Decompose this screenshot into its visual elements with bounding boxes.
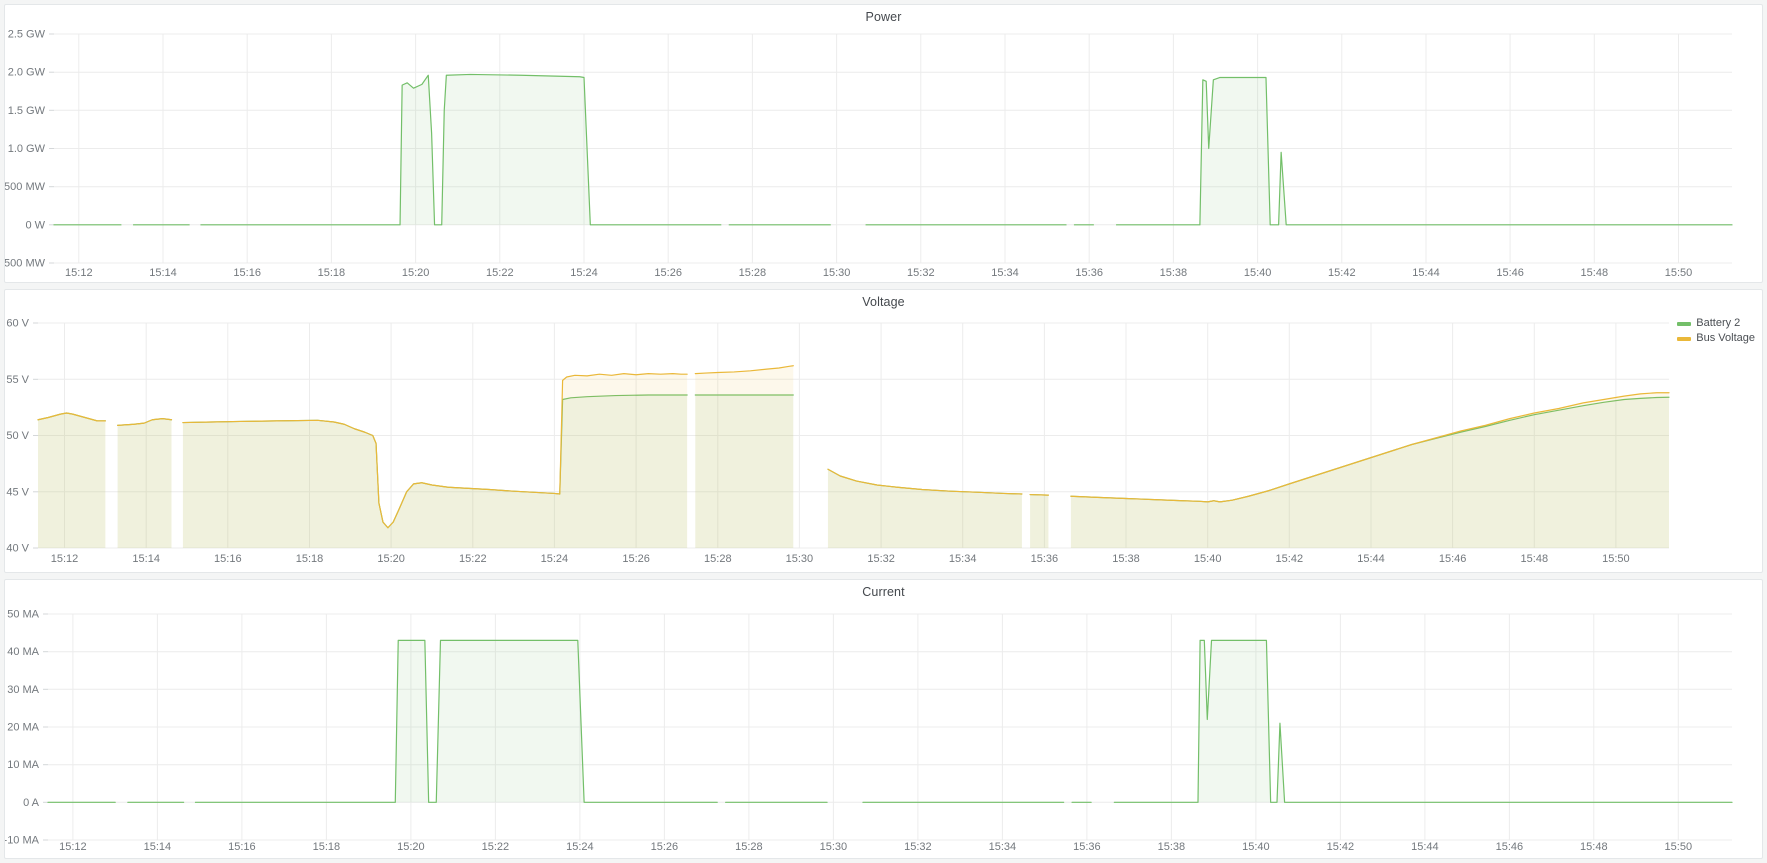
svg-text:15:28: 15:28 [739,267,767,279]
svg-text:15:18: 15:18 [296,553,324,565]
svg-text:15:30: 15:30 [823,267,851,279]
svg-text:20 MA: 20 MA [7,722,39,734]
legend-swatch-battery-2 [1677,322,1691,326]
svg-text:40 V: 40 V [6,543,29,555]
svg-text:500 MW: 500 MW [5,181,46,193]
svg-text:15:48: 15:48 [1521,553,1549,565]
panel-current: Current 50 MA40 MA30 MA20 MA10 MA0 A-10 … [4,579,1763,859]
legend-label-bus-voltage: Bus Voltage [1696,332,1755,345]
svg-text:1.0 GW: 1.0 GW [8,143,46,155]
svg-text:-10 MA: -10 MA [5,835,40,847]
svg-text:15:50: 15:50 [1602,553,1630,565]
svg-text:15:14: 15:14 [132,553,160,565]
svg-text:15:26: 15:26 [651,841,679,853]
svg-text:15:30: 15:30 [820,841,848,853]
svg-text:15:20: 15:20 [397,841,425,853]
svg-text:15:18: 15:18 [318,267,346,279]
svg-text:15:14: 15:14 [149,267,177,279]
svg-text:40 MA: 40 MA [7,646,39,658]
svg-text:15:46: 15:46 [1439,553,1467,565]
legend-item-bus-voltage[interactable]: Bus Voltage [1677,332,1755,345]
svg-text:15:36: 15:36 [1073,841,1101,853]
svg-text:15:42: 15:42 [1327,841,1355,853]
svg-text:55 V: 55 V [6,374,29,386]
svg-text:15:38: 15:38 [1158,841,1186,853]
svg-text:15:46: 15:46 [1496,267,1524,279]
svg-text:15:22: 15:22 [482,841,510,853]
svg-text:15:46: 15:46 [1496,841,1524,853]
legend-swatch-bus-voltage [1677,337,1691,341]
svg-text:15:34: 15:34 [991,267,1019,279]
svg-text:15:32: 15:32 [907,267,935,279]
svg-text:15:14: 15:14 [144,841,172,853]
svg-text:15:32: 15:32 [867,553,895,565]
svg-text:2.0 GW: 2.0 GW [8,67,46,79]
svg-text:15:28: 15:28 [735,841,763,853]
svg-text:15:12: 15:12 [59,841,87,853]
legend-item-battery-2[interactable]: Battery 2 [1677,317,1755,330]
svg-text:15:28: 15:28 [704,553,732,565]
svg-text:15:24: 15:24 [541,553,569,565]
svg-text:-500 MW: -500 MW [5,258,46,270]
power-plot-area[interactable]: 2.5 GW 2.0 GW 1.5 GW 1.0 GW 500 MW 0 W -500 MW… [5,5,1762,282]
current-plot-area[interactable]: 50 MA 40 MA 30 MA 20 MA 10 MA 0 A -10 MA 15:12 1… [5,580,1762,858]
svg-text:15:40: 15:40 [1194,553,1222,565]
svg-text:15:36: 15:36 [1031,553,1059,565]
voltage-legend: Battery 2 Bus Voltage [1677,317,1755,345]
svg-text:60 V: 60 V [6,318,29,330]
svg-text:15:34: 15:34 [949,553,977,565]
svg-text:15:38: 15:38 [1160,267,1188,279]
svg-text:15:42: 15:42 [1276,553,1304,565]
svg-text:1.5 GW: 1.5 GW [8,105,46,117]
svg-text:45 V: 45 V [6,486,29,498]
svg-text:15:12: 15:12 [65,267,93,279]
svg-text:2.5 GW: 2.5 GW [8,29,46,41]
svg-text:15:12: 15:12 [51,553,79,565]
voltage-plot-area[interactable]: 60 V 55 V 50 V 45 V 40 V 15:12 15:14 15:16 15:18… [5,290,1762,572]
svg-text:0 A: 0 A [23,797,40,809]
svg-text:0 W: 0 W [25,219,45,231]
svg-text:15:44: 15:44 [1357,553,1385,565]
svg-text:50 MA: 50 MA [7,609,39,621]
svg-text:15:38: 15:38 [1112,553,1140,565]
svg-text:15:26: 15:26 [622,553,650,565]
legend-label-battery-2: Battery 2 [1696,317,1740,330]
svg-text:15:26: 15:26 [654,267,682,279]
svg-text:30 MA: 30 MA [7,684,39,696]
svg-text:15:34: 15:34 [989,841,1017,853]
svg-text:15:44: 15:44 [1412,267,1440,279]
svg-text:15:16: 15:16 [228,841,256,853]
svg-text:15:24: 15:24 [566,841,594,853]
svg-text:15:20: 15:20 [377,553,405,565]
svg-text:15:24: 15:24 [570,267,598,279]
panel-voltage: Voltage 60 V55 V50 V45 V40 V15:1215:1415… [4,289,1763,573]
svg-text:15:44: 15:44 [1411,841,1439,853]
svg-text:15:50: 15:50 [1665,841,1693,853]
svg-text:15:30: 15:30 [786,553,814,565]
svg-text:15:48: 15:48 [1580,841,1608,853]
svg-text:15:32: 15:32 [904,841,932,853]
panel-power: Power 2.5 GW2.0 GW1.5 GW1.0 GW500 MW0 W-… [4,4,1763,283]
svg-text:15:40: 15:40 [1244,267,1272,279]
svg-text:15:18: 15:18 [313,841,341,853]
svg-text:15:48: 15:48 [1581,267,1609,279]
svg-text:15:20: 15:20 [402,267,430,279]
svg-text:15:22: 15:22 [486,267,514,279]
svg-text:15:42: 15:42 [1328,267,1356,279]
svg-text:15:36: 15:36 [1075,267,1103,279]
svg-text:15:16: 15:16 [233,267,261,279]
svg-text:50 V: 50 V [6,430,29,442]
svg-text:15:40: 15:40 [1242,841,1270,853]
svg-text:15:50: 15:50 [1665,267,1693,279]
svg-text:10 MA: 10 MA [7,759,39,771]
svg-text:15:22: 15:22 [459,553,487,565]
svg-text:15:16: 15:16 [214,553,242,565]
